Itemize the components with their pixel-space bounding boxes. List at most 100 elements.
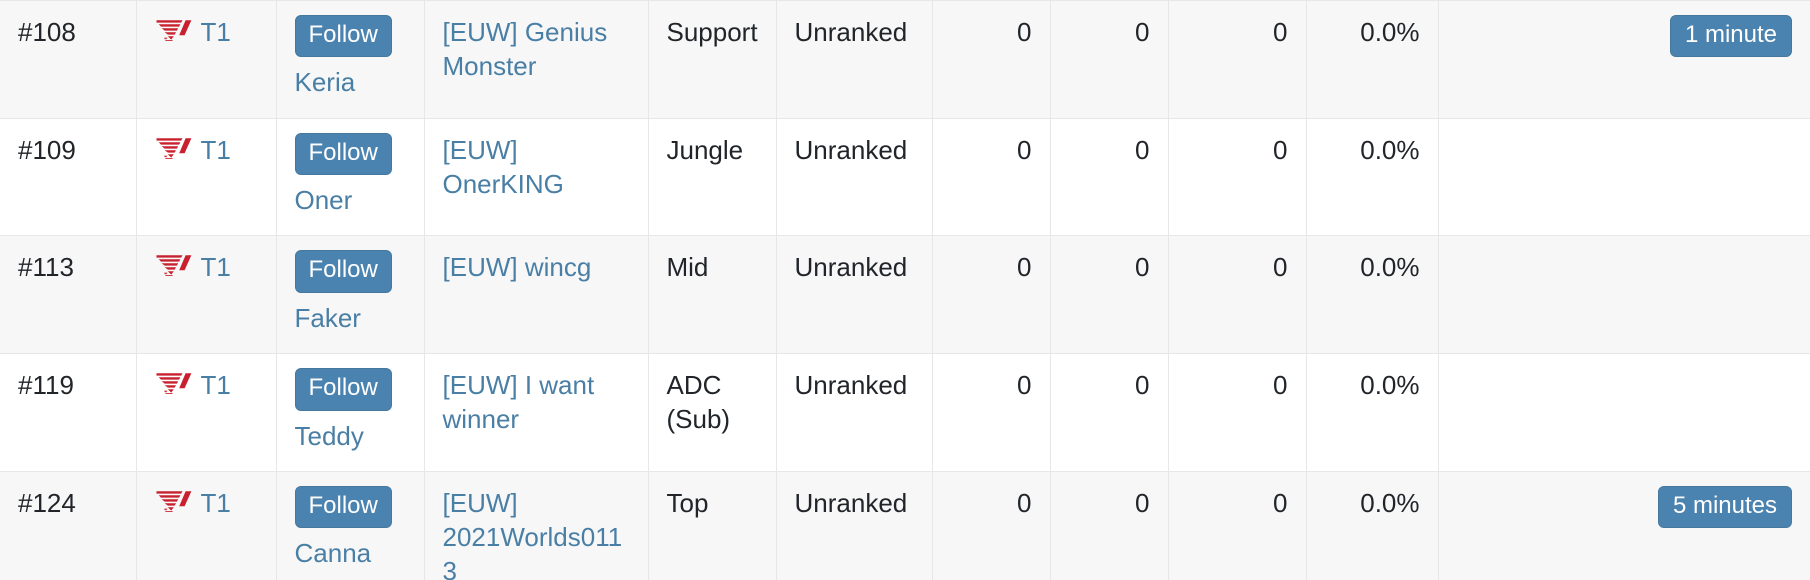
time-badge: 5 minutes: [1657, 485, 1792, 529]
wins-cell: 0: [932, 470, 1051, 580]
follow-cell: Follow Keria: [276, 0, 425, 119]
games-cell: 0: [1168, 353, 1307, 472]
winrate-cell: 0.0%: [1306, 117, 1439, 236]
losses-cell: 0: [1050, 117, 1169, 236]
games-value: 0: [1273, 17, 1288, 47]
team-cell: T1: [136, 235, 277, 354]
roster-table: #108 T1 Follow Keria [EUW] Genius Monster Sup…: [0, 0, 1810, 580]
summoner-name-link[interactable]: [EUW] I want winner: [443, 370, 595, 434]
rank-value: #109: [18, 134, 76, 165]
role-cell: Mid: [648, 235, 777, 354]
games-cell: 0: [1168, 117, 1307, 236]
role-cell: Top: [648, 470, 777, 580]
winrate-value: 0.0%: [1360, 252, 1420, 283]
follow-button[interactable]: Follow: [294, 250, 392, 293]
table-row: #119 T1 Follow Teddy [EUW] I want winner ADC …: [0, 353, 1810, 472]
summoner-cell: [EUW] OnerKING: [424, 117, 649, 236]
rank-value: #108: [18, 17, 76, 47]
tier-value: Unranked: [794, 487, 908, 518]
losses-value: 0: [1135, 487, 1150, 518]
losses-value: 0: [1135, 134, 1150, 165]
summoner-name-link[interactable]: [EUW] 2021Worlds0113: [443, 488, 623, 580]
games-value: 0: [1273, 252, 1288, 283]
player-name-link[interactable]: Faker: [295, 301, 406, 335]
winrate-cell: 0.0%: [1306, 0, 1439, 119]
table-row: #124 T1 Follow Canna [EUW] 2021Worlds0113 Top…: [0, 470, 1810, 580]
rank-cell: #109: [0, 117, 137, 236]
winrate-value: 0.0%: [1360, 134, 1420, 165]
tier-cell: Unranked: [776, 117, 933, 236]
winrate-cell: 0.0%: [1306, 235, 1439, 354]
losses-cell: 0: [1050, 470, 1169, 580]
player-name-link[interactable]: Keria: [295, 65, 406, 99]
wins-cell: 0: [932, 0, 1051, 119]
t1-logo-icon: [155, 18, 193, 44]
tier-value: Unranked: [794, 134, 908, 165]
player-name-link[interactable]: Canna: [295, 536, 406, 570]
summoner-name-link[interactable]: [EUW] Genius Monster: [443, 17, 608, 81]
time-cell: 5 minutes: [1438, 470, 1810, 580]
team-name: T1: [200, 487, 231, 518]
time-badge: 1 minute: [1669, 15, 1792, 58]
summoner-cell: [EUW] wincg: [424, 235, 649, 354]
tier-cell: Unranked: [776, 235, 933, 354]
wins-value: 0: [1017, 17, 1032, 47]
player-name-link[interactable]: Oner: [295, 183, 406, 217]
wins-value: 0: [1017, 134, 1032, 165]
rank-cell: #108: [0, 0, 137, 119]
losses-value: 0: [1135, 252, 1150, 283]
wins-cell: 0: [932, 353, 1051, 472]
tier-cell: Unranked: [776, 353, 933, 472]
table-row: #108 T1 Follow Keria [EUW] Genius Monster Sup…: [0, 0, 1810, 119]
team-cell: T1: [136, 117, 277, 236]
rank-value: #124: [18, 487, 76, 518]
role-cell: ADC (Sub): [648, 353, 777, 472]
tier-value: Unranked: [794, 370, 908, 401]
rank-value: #119: [18, 370, 74, 401]
summoner-name-link[interactable]: [EUW] wincg: [443, 252, 592, 282]
team-name: T1: [200, 252, 231, 283]
team-cell: T1: [136, 0, 277, 119]
team-name: T1: [200, 134, 231, 165]
table-row: #109 T1 Follow Oner [EUW] OnerKING Jungle Unra…: [0, 117, 1810, 236]
tier-value: Unranked: [794, 252, 908, 283]
summoner-cell: [EUW] 2021Worlds0113: [424, 470, 649, 580]
losses-cell: 0: [1050, 235, 1169, 354]
losses-value: 0: [1135, 17, 1150, 47]
follow-cell: Follow Oner: [276, 117, 425, 236]
follow-button[interactable]: Follow: [294, 15, 392, 58]
tier-cell: Unranked: [776, 470, 933, 580]
t1-logo-icon: [155, 489, 193, 515]
games-cell: 0: [1168, 0, 1307, 119]
losses-cell: 0: [1050, 353, 1169, 472]
player-name-link[interactable]: Teddy: [295, 419, 406, 453]
winrate-value: 0.0%: [1360, 487, 1420, 518]
roster-table-container: #108 T1 Follow Keria [EUW] Genius Monster Sup…: [0, 0, 1810, 580]
rank-cell: #113: [0, 235, 137, 354]
winrate-cell: 0.0%: [1306, 353, 1439, 472]
wins-cell: 0: [932, 235, 1051, 354]
follow-cell: Follow Canna: [276, 470, 425, 580]
table-row: #113 T1 Follow Faker [EUW] wincg Mid Unranked 0…: [0, 235, 1810, 354]
team-name: T1: [200, 17, 231, 47]
summoner-name-link[interactable]: [EUW] OnerKING: [443, 135, 564, 199]
games-value: 0: [1273, 134, 1288, 165]
follow-button[interactable]: Follow: [294, 132, 392, 176]
t1-logo-icon: [155, 136, 193, 162]
winrate-value: 0.0%: [1360, 17, 1420, 47]
role-value: Support: [666, 17, 758, 47]
summoner-cell: [EUW] I want winner: [424, 353, 649, 472]
t1-logo-icon: [155, 253, 193, 279]
follow-cell: Follow Teddy: [276, 353, 425, 472]
games-value: 0: [1273, 370, 1288, 401]
role-value: ADC (Sub): [666, 370, 731, 435]
follow-button[interactable]: Follow: [294, 368, 392, 411]
follow-button[interactable]: Follow: [294, 485, 392, 529]
wins-value: 0: [1017, 252, 1032, 283]
team-name: T1: [200, 370, 231, 401]
role-cell: Jungle: [648, 117, 777, 236]
losses-value: 0: [1135, 370, 1150, 401]
roster-table-body: #108 T1 Follow Keria [EUW] Genius Monster Sup…: [0, 0, 1810, 580]
t1-logo-icon: [155, 371, 193, 397]
tier-cell: Unranked: [776, 0, 933, 119]
